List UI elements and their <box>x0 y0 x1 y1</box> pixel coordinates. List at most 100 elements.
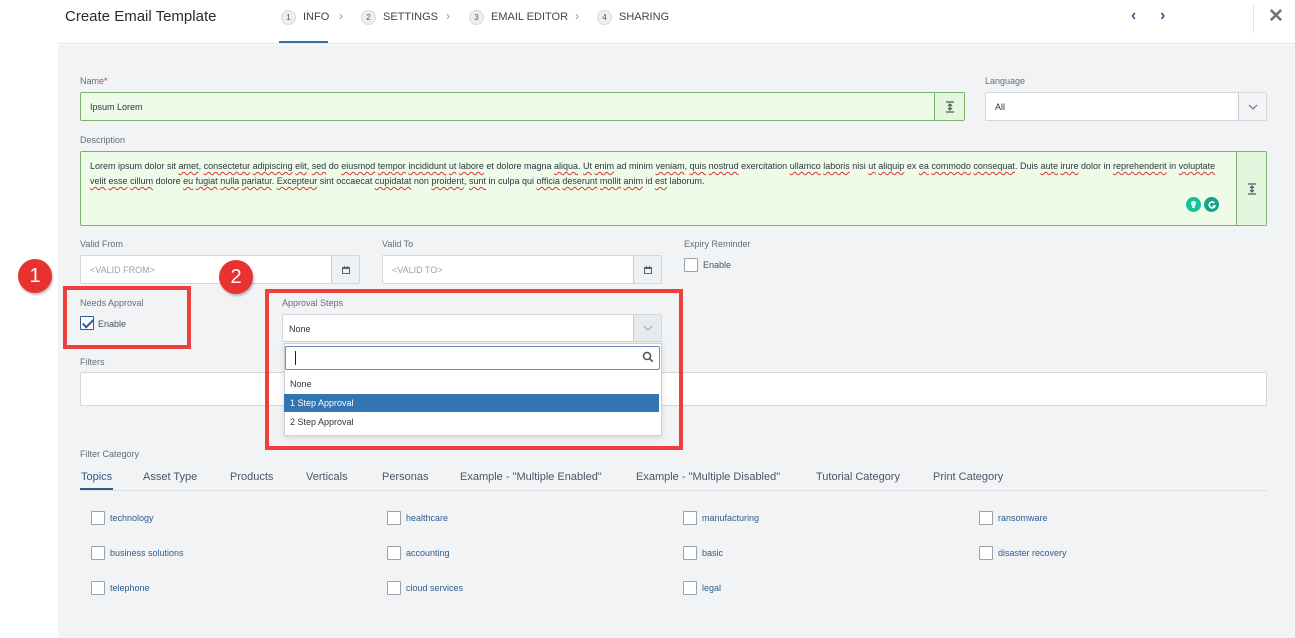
category-checkbox[interactable] <box>683 581 697 595</box>
grammar-tools <box>1186 197 1219 212</box>
category-checkbox[interactable] <box>683 546 697 560</box>
tab-multiple-disabled[interactable]: Example - "Multiple Disabled" <box>636 471 780 483</box>
valid-to-placeholder: <VALID TO> <box>392 265 443 275</box>
flagged-word: elit <box>295 161 307 171</box>
expand-icon[interactable] <box>1236 152 1266 225</box>
tab-tutorial-category[interactable]: Tutorial Category <box>816 471 900 483</box>
category-label: basic <box>702 548 724 558</box>
annotation-box-1 <box>63 286 191 349</box>
step-settings[interactable]: 2 SETTINGS <box>361 9 438 25</box>
flagged-word: velit <box>90 176 107 186</box>
flagged-word: aute <box>1040 161 1058 171</box>
valid-to-input[interactable]: <VALID TO> <box>382 255 662 284</box>
category-checkbox[interactable] <box>387 511 401 525</box>
step-number: 2 <box>361 9 376 25</box>
category-checkbox[interactable] <box>91 581 105 595</box>
text-fragment: et dolore magna <box>483 161 554 171</box>
text-fragment: non <box>411 176 432 186</box>
name-value: Ipsum Lorem <box>90 102 143 112</box>
flagged-word: irure <box>1060 161 1079 171</box>
tab-topics[interactable]: Topics <box>81 471 112 483</box>
flagged-word: deserunt <box>562 176 598 186</box>
calendar-icon[interactable] <box>633 256 661 283</box>
next-icon[interactable]: › <box>1160 7 1165 25</box>
category-checkbox[interactable] <box>387 581 401 595</box>
flagged-word: nulla <box>220 176 240 186</box>
flagged-word: esse <box>108 176 128 186</box>
grammarly-icon[interactable] <box>1204 197 1219 212</box>
annotation-badge-1: 1 <box>18 259 52 293</box>
category-checkbox[interactable] <box>387 546 401 560</box>
chevron-down-icon[interactable] <box>1238 93 1266 120</box>
flagged-word: pariatur <box>241 176 272 186</box>
flagged-word: Excepteur <box>276 176 318 186</box>
expiry-reminder-checkbox[interactable] <box>684 258 698 272</box>
lightbulb-icon[interactable] <box>1186 197 1201 212</box>
category-label: manufacturing <box>702 513 760 523</box>
flagged-word: amet <box>178 161 199 171</box>
step-email-editor[interactable]: 3 EMAIL EDITOR <box>469 9 568 25</box>
step-label: EMAIL EDITOR <box>491 11 569 23</box>
step-number: 4 <box>597 9 612 25</box>
language-select[interactable]: All <box>985 92 1267 121</box>
expand-icon[interactable] <box>934 93 964 120</box>
flagged-word: ea <box>918 161 929 171</box>
category-label: cloud services <box>406 583 464 593</box>
close-icon[interactable]: ✕ <box>1268 5 1284 28</box>
category-checkbox[interactable] <box>683 511 697 525</box>
flagged-word: quis <box>689 161 707 171</box>
description-text: Lorem ipsum dolor sit amet, consectetur … <box>90 159 1230 189</box>
step-label: SETTINGS <box>383 11 439 23</box>
text-fragment: sint occaecat <box>317 176 375 186</box>
tab-verticals[interactable]: Verticals <box>306 471 348 483</box>
flagged-word: commodo <box>931 161 971 171</box>
flagged-word: incididunt <box>408 161 447 171</box>
flagged-word: voluptate <box>1178 161 1216 171</box>
step-sharing[interactable]: 4 SHARING <box>597 9 669 25</box>
description-label: Description <box>80 135 126 145</box>
category-label: healthcare <box>406 513 449 523</box>
step-info[interactable]: 1 INFO <box>281 9 329 25</box>
tab-asset-type[interactable]: Asset Type <box>143 471 197 483</box>
category-label: technology <box>110 513 154 523</box>
flagged-word: cupidatat <box>374 176 412 186</box>
flagged-word: enim <box>594 161 615 171</box>
flagged-word: officia <box>536 176 560 186</box>
flagged-word: cillum <box>130 176 154 186</box>
flagged-word: Ut <box>583 161 593 171</box>
flagged-word: adipiscing <box>252 161 293 171</box>
flagged-word: ut <box>868 161 876 171</box>
flagged-word: reprehenderit <box>1113 161 1167 171</box>
text-fragment: ex <box>904 161 919 171</box>
valid-from-label: Valid From <box>80 239 123 249</box>
step-label: INFO <box>303 11 330 23</box>
flagged-word: eiusmod <box>341 161 376 171</box>
description-textarea[interactable]: Lorem ipsum dolor sit amet, consectetur … <box>80 151 1267 226</box>
category-checkbox[interactable] <box>979 511 993 525</box>
category-label: disaster recovery <box>998 548 1067 558</box>
calendar-icon[interactable] <box>331 256 359 283</box>
expiry-reminder-label: Expiry Reminder <box>684 239 751 249</box>
flagged-word: sed <box>311 161 327 171</box>
text-fragment: Lorem ipsum dolor sit <box>90 161 179 171</box>
category-checkbox[interactable] <box>91 546 105 560</box>
name-input[interactable]: Ipsum Lorem <box>80 92 965 121</box>
name-label: Name* <box>80 76 108 86</box>
tab-products[interactable]: Products <box>230 471 273 483</box>
tab-print-category[interactable]: Print Category <box>933 471 1003 483</box>
tab-multiple-enabled[interactable]: Example - "Multiple Enabled" <box>460 471 602 483</box>
flagged-word: est <box>654 176 667 186</box>
previous-icon[interactable]: ‹ <box>1131 7 1136 25</box>
active-tab-indicator <box>80 488 113 490</box>
text-fragment: ad minim <box>614 161 656 171</box>
tab-personas[interactable]: Personas <box>382 471 428 483</box>
chevron-right-icon: › <box>575 9 579 23</box>
category-checkbox[interactable] <box>91 511 105 525</box>
text-fragment: . Duis <box>1014 161 1041 171</box>
text-fragment: id <box>642 176 655 186</box>
category-checkbox[interactable] <box>979 546 993 560</box>
valid-from-placeholder: <VALID FROM> <box>90 265 155 275</box>
category-label: ransomware <box>998 513 1048 523</box>
divider <box>1253 5 1254 33</box>
step-number: 1 <box>281 9 296 25</box>
